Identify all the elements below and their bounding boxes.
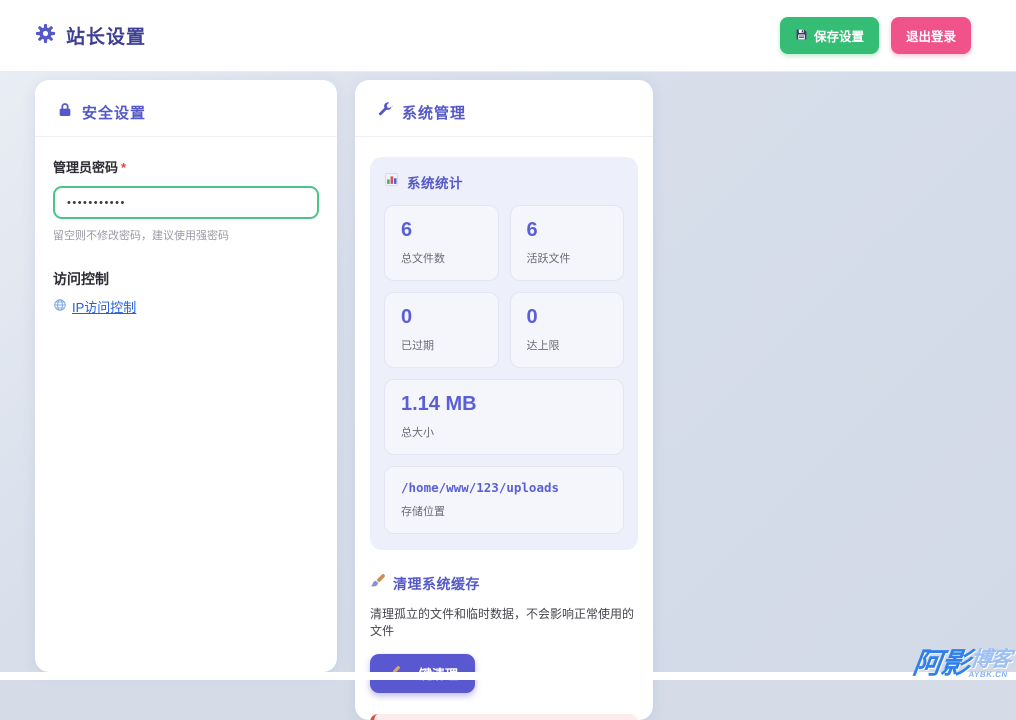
app-header: 站长设置 保存设置 退出登录 xyxy=(0,0,1016,72)
cache-description: 清理孤立的文件和临时数据，不会影响正常使用的文件 xyxy=(370,605,638,639)
logout-button[interactable]: 退出登录 xyxy=(891,17,971,54)
watermark-name-bold: 阿影 xyxy=(911,650,971,679)
system-card-title: 系统管理 xyxy=(402,102,466,123)
stat-total-size: 1.14 MB 总大小 xyxy=(384,379,624,455)
cache-section-header: 清理系统缓存 xyxy=(370,574,638,594)
system-management-card: 系统管理 系统统计 6 总文件数 xyxy=(355,80,653,720)
header-actions: 保存设置 退出登录 xyxy=(780,17,971,54)
stat-label: 总文件数 xyxy=(401,250,482,266)
cache-section-title: 清理系统缓存 xyxy=(393,574,480,594)
required-asterisk: * xyxy=(121,160,126,175)
bottom-strip xyxy=(0,672,1016,680)
reset-system-panel: 重置系统 删除所有文件和记录，恢复到初始状态（除管理员密码） 确认管理员密码* xyxy=(370,714,638,720)
stat-active-files: 6 活跃文件 xyxy=(510,205,625,281)
logout-label: 退出登录 xyxy=(906,26,956,45)
access-control-title: 访问控制 xyxy=(53,269,319,289)
save-settings-label: 保存设置 xyxy=(814,26,864,45)
ip-link-label: IP访问控制 xyxy=(72,297,136,316)
stats-grid: 6 总文件数 6 活跃文件 0 已过期 0 达上限 1.14 MB 总大小 xyxy=(384,205,624,534)
stat-expired: 0 已过期 xyxy=(384,292,499,368)
wrench-icon xyxy=(377,102,393,123)
stats-panel-header: 系统统计 xyxy=(384,172,624,192)
stat-value: 1.14 MB xyxy=(401,393,607,416)
stat-value: 0 xyxy=(527,306,608,329)
system-card-header: 系统管理 xyxy=(355,80,653,137)
gear-icon xyxy=(35,23,56,49)
security-settings-card: 安全设置 管理员密码* 留空则不修改密码，建议使用强密码 访问控制 IP访问控制 xyxy=(35,80,337,672)
admin-password-input[interactable] xyxy=(53,186,319,219)
stat-label: 已过期 xyxy=(401,337,482,353)
stat-value: 6 xyxy=(527,219,608,242)
stat-label: 总大小 xyxy=(401,424,607,440)
password-label: 管理员密码* xyxy=(53,160,126,175)
stat-label: 活跃文件 xyxy=(527,250,608,266)
page-title: 站长设置 xyxy=(66,22,146,49)
password-help-text: 留空则不修改密码，建议使用强密码 xyxy=(53,227,319,243)
save-settings-button[interactable]: 保存设置 xyxy=(780,17,879,54)
header-brand: 站长设置 xyxy=(35,22,146,49)
system-stats-panel: 系统统计 6 总文件数 6 活跃文件 0 已过期 0 达上限 xyxy=(370,157,638,550)
security-card-header: 安全设置 xyxy=(35,80,337,137)
stat-value: 6 xyxy=(401,219,482,242)
security-card-title: 安全设置 xyxy=(82,102,146,123)
ip-access-control-link[interactable]: IP访问控制 xyxy=(53,297,136,316)
stats-panel-title: 系统统计 xyxy=(407,172,463,192)
stat-total-files: 6 总文件数 xyxy=(384,205,499,281)
stat-limit-reached: 0 达上限 xyxy=(510,292,625,368)
paintbrush-icon xyxy=(370,574,385,594)
bar-chart-icon xyxy=(384,172,399,192)
floppy-disk-icon xyxy=(795,28,808,44)
site-watermark: 阿影 博客 AYBK.CN xyxy=(911,649,1012,679)
lock-icon xyxy=(57,102,73,123)
stat-storage-location: /home/www/123/uploads 存储位置 xyxy=(384,466,624,534)
stat-label: 达上限 xyxy=(527,337,608,353)
watermark-name-light: 博客 xyxy=(969,649,1012,670)
stat-value: 0 xyxy=(401,306,482,329)
watermark-url: AYBK.CN xyxy=(968,671,1008,679)
stat-label: 存储位置 xyxy=(401,503,607,519)
globe-icon xyxy=(53,298,67,315)
storage-path-value: /home/www/123/uploads xyxy=(401,480,607,495)
